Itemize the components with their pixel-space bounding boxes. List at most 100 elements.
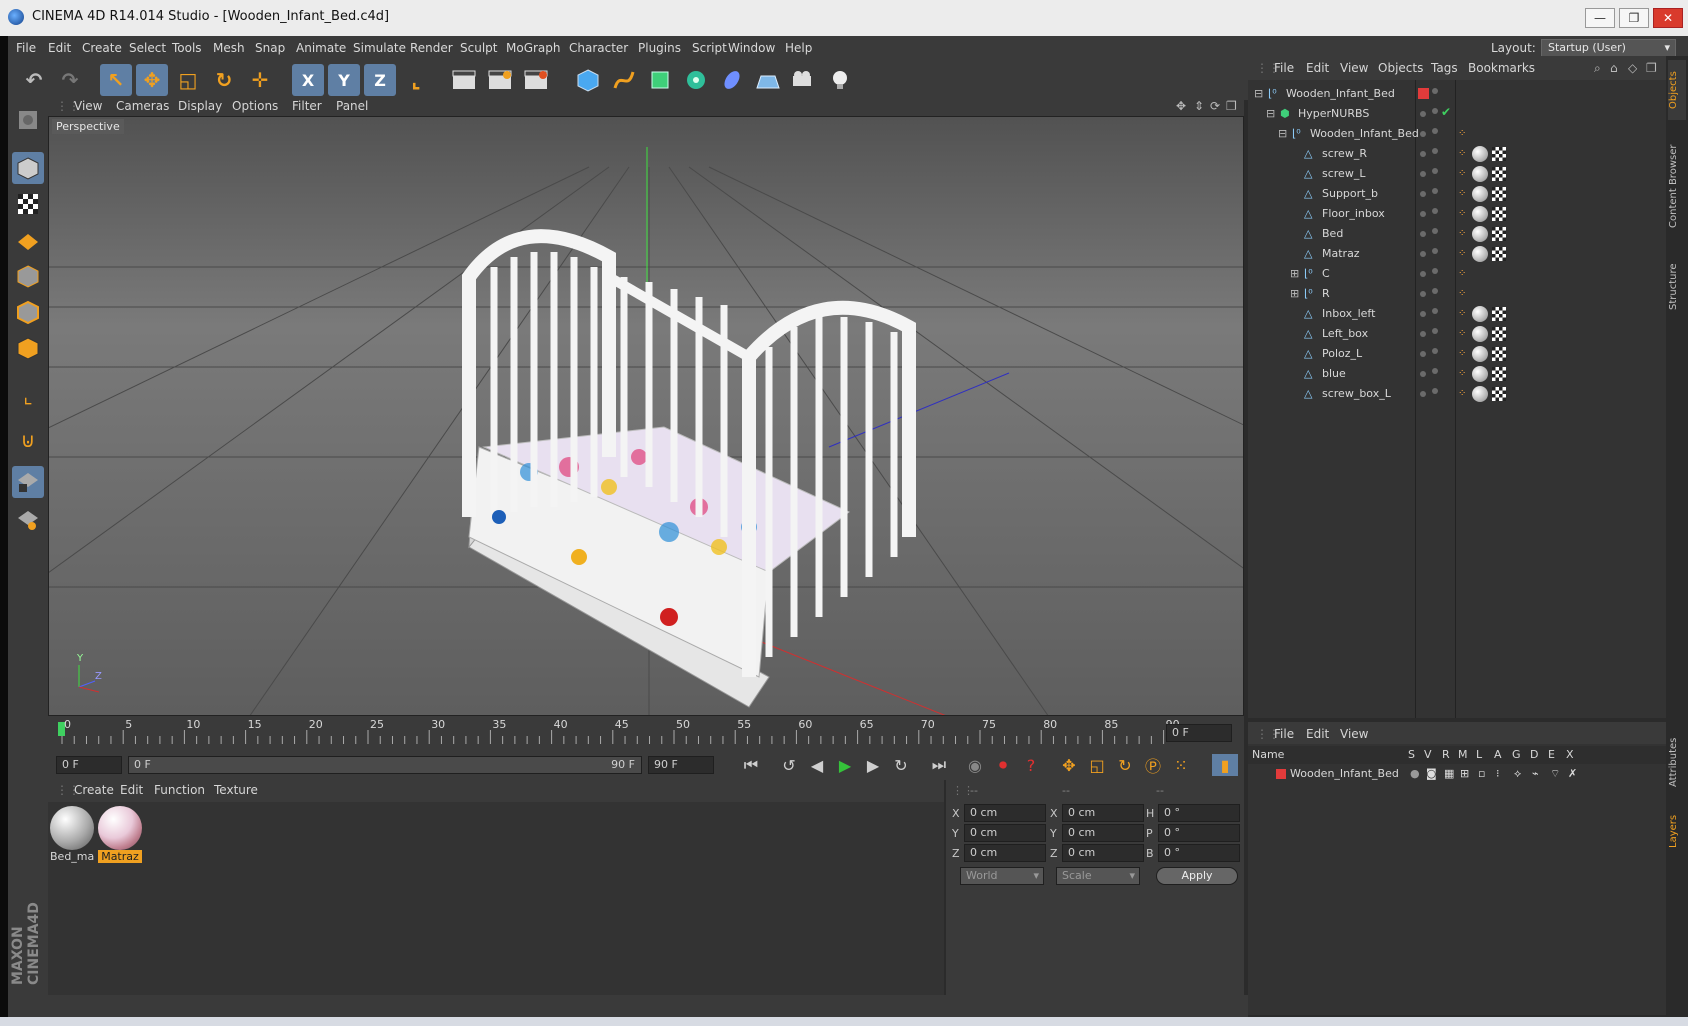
tab-layers[interactable]: Layers bbox=[1668, 806, 1686, 856]
start-frame-field[interactable]: 0 F bbox=[56, 756, 122, 774]
workplane-mode-icon[interactable] bbox=[12, 224, 44, 256]
viewport-zoom-icon[interactable]: ⇕ bbox=[1194, 99, 1204, 113]
object-row[interactable]: △ Support_b ⁘ bbox=[1248, 184, 1666, 204]
render-visibility-dot[interactable] bbox=[1432, 148, 1438, 154]
uvw-tag-icon[interactable] bbox=[1492, 167, 1506, 181]
render-view-icon[interactable] bbox=[448, 64, 480, 96]
object-row[interactable]: △ Inbox_left ⁘ bbox=[1248, 304, 1666, 324]
menu-tools[interactable]: Tools bbox=[172, 41, 202, 55]
uvw-tag-icon[interactable] bbox=[1492, 207, 1506, 221]
timeline-layout-icon[interactable]: ▮ bbox=[1212, 754, 1238, 776]
material-menu-texture[interactable]: Texture bbox=[214, 783, 258, 797]
rotation-p-field[interactable]: 0 ° bbox=[1158, 824, 1240, 842]
end-frame-field[interactable]: 90 F bbox=[648, 756, 714, 774]
material-tag-icon[interactable] bbox=[1472, 386, 1488, 402]
render-visibility-dot[interactable] bbox=[1432, 128, 1438, 134]
tab-structure[interactable]: Structure bbox=[1668, 252, 1686, 322]
axis-z-lock-icon[interactable]: Z bbox=[364, 64, 396, 96]
object-row[interactable]: ⊟ ⬢ HyperNURBS ✔ bbox=[1248, 104, 1666, 124]
editor-visibility-dot[interactable] bbox=[1420, 291, 1426, 297]
viewport-menu-view[interactable]: View bbox=[74, 99, 102, 113]
layer-animation-icon[interactable]: ⁝ bbox=[1496, 767, 1500, 780]
material-menu-create[interactable]: Create bbox=[74, 783, 114, 797]
next-frame-icon[interactable]: ▶ bbox=[860, 754, 886, 776]
material-tag-icon[interactable] bbox=[1472, 366, 1488, 382]
menu-character[interactable]: Character bbox=[569, 41, 628, 55]
uvw-tag-icon[interactable] bbox=[1492, 327, 1506, 341]
layer-menu-file[interactable]: File bbox=[1274, 727, 1294, 741]
deformer-icon[interactable] bbox=[716, 64, 748, 96]
apply-button[interactable]: Apply bbox=[1156, 867, 1238, 885]
key-scale-icon[interactable]: ◱ bbox=[1084, 754, 1110, 776]
layer-generator-icon[interactable]: ⟡ bbox=[1514, 767, 1521, 781]
phong-tag-icon[interactable]: ⁘ bbox=[1458, 268, 1468, 279]
editor-visibility-dot[interactable] bbox=[1420, 391, 1426, 397]
uvw-tag-icon[interactable] bbox=[1492, 147, 1506, 161]
menu-mesh[interactable]: Mesh bbox=[213, 41, 245, 55]
object-row[interactable]: ⊟ ⌊⁰ Wooden_Infant_Bed bbox=[1248, 84, 1666, 104]
render-visibility-dot[interactable] bbox=[1432, 388, 1438, 394]
add-tool-icon[interactable]: ✛ bbox=[244, 64, 276, 96]
restore-button[interactable]: ❐ bbox=[1619, 8, 1649, 28]
editor-visibility-dot[interactable] bbox=[1420, 271, 1426, 277]
loop-icon[interactable]: ↺ bbox=[776, 754, 802, 776]
object-menu-edit[interactable]: Edit bbox=[1306, 61, 1329, 75]
menu-render[interactable]: Render bbox=[410, 41, 453, 55]
phong-tag-icon[interactable]: ⁘ bbox=[1458, 388, 1468, 399]
layer-deformer-icon[interactable]: ⌁ bbox=[1532, 767, 1539, 780]
layer-manager-icon[interactable]: ⊞ bbox=[1460, 767, 1469, 780]
render-visibility-dot[interactable] bbox=[1432, 288, 1438, 294]
tab-content-browser[interactable]: Content Browser bbox=[1668, 126, 1686, 246]
menu-help[interactable]: Help bbox=[785, 41, 812, 55]
render-visibility-dot[interactable] bbox=[1432, 368, 1438, 374]
object-menu-objects[interactable]: Objects bbox=[1378, 61, 1423, 75]
layer-col-name[interactable]: Name bbox=[1252, 748, 1284, 761]
material-tag-icon[interactable] bbox=[1472, 306, 1488, 322]
rotation-b-field[interactable]: 0 ° bbox=[1158, 844, 1240, 862]
layer-col-render[interactable]: R bbox=[1442, 748, 1450, 761]
object-row[interactable]: △ Matraz ⁘ bbox=[1248, 244, 1666, 264]
position-y-field[interactable]: 0 cm bbox=[964, 824, 1046, 842]
go-to-end-icon[interactable]: ⏭ bbox=[926, 754, 952, 776]
uvw-tag-icon[interactable] bbox=[1492, 227, 1506, 241]
layer-menu-edit[interactable]: Edit bbox=[1306, 727, 1329, 741]
enabled-check-icon[interactable]: ✔ bbox=[1441, 105, 1451, 119]
polygons-mode-icon[interactable] bbox=[12, 332, 44, 364]
object-row[interactable]: △ screw_R ⁘ bbox=[1248, 144, 1666, 164]
key-rotation-icon[interactable]: ↻ bbox=[1112, 754, 1138, 776]
layer-col-view[interactable]: V bbox=[1424, 748, 1432, 761]
menu-file[interactable]: File bbox=[16, 41, 36, 55]
layer-view-icon[interactable]: ◙ bbox=[1426, 767, 1437, 780]
menu-snap[interactable]: Snap bbox=[255, 41, 285, 55]
viewport-menu-filter[interactable]: Filter bbox=[292, 99, 322, 113]
viewport-rotate-icon[interactable]: ⟳ bbox=[1210, 99, 1220, 113]
render-visibility-dot[interactable] bbox=[1432, 248, 1438, 254]
model-mode-icon[interactable] bbox=[12, 152, 44, 184]
viewport-menu-display[interactable]: Display bbox=[178, 99, 222, 113]
layer-menu-view[interactable]: View bbox=[1340, 727, 1368, 741]
object-row[interactable]: △ blue ⁘ bbox=[1248, 364, 1666, 384]
perspective-viewport[interactable]: Perspective Y Z bbox=[48, 116, 1244, 716]
layer-expression-icon[interactable]: ⌔ bbox=[1550, 767, 1560, 781]
layout-select[interactable]: Startup (User) ▾ bbox=[1541, 39, 1676, 57]
autokey-icon[interactable]: ⏺ bbox=[990, 754, 1016, 776]
object-row[interactable]: △ Bed ⁘ bbox=[1248, 224, 1666, 244]
environment-floor-icon[interactable] bbox=[752, 64, 784, 96]
coord-scale-select[interactable]: Scale ▾ bbox=[1056, 867, 1140, 885]
expand-toggle-icon[interactable]: ⊟ bbox=[1278, 127, 1288, 140]
object-menu-bookmarks[interactable]: Bookmarks bbox=[1468, 61, 1535, 75]
size-y-field[interactable]: 0 cm bbox=[1062, 824, 1144, 842]
render-visibility-dot[interactable] bbox=[1432, 308, 1438, 314]
play-icon[interactable]: ▶ bbox=[832, 754, 858, 776]
object-row[interactable]: △ Poloz_L ⁘ bbox=[1248, 344, 1666, 364]
phong-tag-icon[interactable]: ⁘ bbox=[1458, 208, 1468, 219]
editor-visibility-dot[interactable] bbox=[1420, 231, 1426, 237]
layer-col-locked[interactable]: L bbox=[1476, 748, 1482, 761]
size-x-field[interactable]: 0 cm bbox=[1062, 804, 1144, 822]
render-picture-viewer-icon[interactable] bbox=[484, 64, 516, 96]
menu-select[interactable]: Select bbox=[129, 41, 166, 55]
object-row[interactable]: △ screw_box_L ⁘ bbox=[1248, 384, 1666, 404]
editor-visibility-dot[interactable] bbox=[1420, 331, 1426, 337]
uvw-tag-icon[interactable] bbox=[1492, 247, 1506, 261]
editor-visibility-dot[interactable] bbox=[1420, 371, 1426, 377]
